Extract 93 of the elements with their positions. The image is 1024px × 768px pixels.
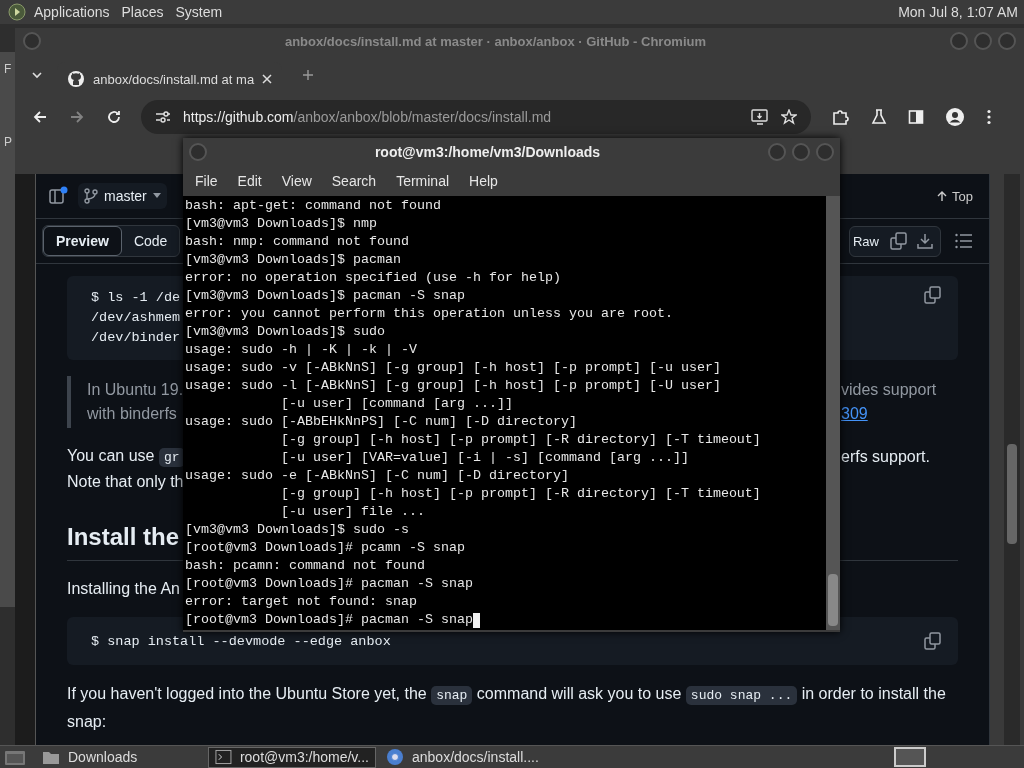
download-icon[interactable] [916,232,934,250]
site-icon [67,70,85,88]
heading: Install the [67,522,181,552]
terminal-line: usage: sudo -l [-ABkNnS] [-g group] [-h host] [-p prompt] [-U user] [185,377,721,395]
star-icon[interactable] [781,109,797,125]
code-text: /dev/binder [90,329,182,347]
panel-menu[interactable]: System [175,4,223,20]
scrollbar[interactable] [1004,174,1020,745]
paragraph: If you haven't logged into the Ubuntu Store yet, the snap command will ask you to use sudo snap ... in order to install the snap: [67,684,947,732]
paragraph-text: with binderfs [86,404,178,424]
terminal-line: [-u user] [VAR=value] [-i | -s] [command [arg ...]] [279,449,689,467]
terminal-line: [vm3@vm3 Downloads]$ nmp [185,215,377,233]
flask-icon[interactable] [871,109,887,125]
reload-icon[interactable] [106,109,122,125]
terminal-line: error: you cannot perform this operation unless you are root. [185,305,673,323]
terminal-line: [vm3@vm3 Downloads]$ sudo [185,323,385,341]
menu-item[interactable]: Edit [227,173,272,189]
outline-icon[interactable] [955,233,973,249]
code-text: $ ls -1 /de [90,289,182,307]
paragraph-text: You can use gr [67,444,184,470]
top-link[interactable]: Top [936,188,973,204]
paragraph-text: In Ubuntu 19. [86,380,185,400]
view-tab[interactable]: Code [121,226,180,256]
terminal-line: usage: sudo -e [-ABkNnS] [-C num] [-D directory] [185,467,569,485]
menu-item[interactable]: File [185,173,228,189]
terminal-line: [vm3@vm3 Downloads]$ pacman -S snap [185,287,465,305]
caret-icon [152,193,161,199]
side-panel-icon[interactable] [908,109,924,125]
browser-icon [386,748,404,766]
terminal-line: [-g group] [-h host] [-p prompt] [-R directory] [-T timeout] [279,431,761,449]
terminal-line: [root@vm3 Downloads]# pacman -S snap [185,611,473,629]
view-tab[interactable]: Preview [43,226,122,256]
code-text: $ snap install --devmode --edge anbox [91,633,391,649]
extensions-icon[interactable] [832,108,850,126]
paragraph-text: vides support [841,380,938,400]
terminal-line: usage: sudo [-ABbEHkNnPS] [-C num] [-D directory] [185,413,577,431]
folder-icon [42,749,60,765]
terminal-line: [vm3@vm3 Downloads]$ sudo -s [185,521,409,539]
window-title: root@vm3:/home/vm3/Downloads [373,144,602,160]
copy-icon[interactable] [890,232,908,250]
terminal-line: bash: apt-get: command not found [185,197,441,215]
profile-icon[interactable] [945,107,965,127]
terminal-line: error: target not found: snap [185,593,417,611]
paragraph-text: Note that only th [67,472,184,492]
sidebar-toggle-icon[interactable] [48,186,68,206]
terminal-line: [vm3@vm3 Downloads]$ pacman [185,251,401,269]
install-app-icon[interactable] [751,109,769,125]
window-text: P [4,135,12,149]
code-text: /dev/ashmem [90,309,182,327]
panel-menu[interactable]: Places [121,4,164,20]
text-cursor [472,612,480,628]
workspace-switcher[interactable] [894,747,926,767]
new-tab-icon[interactable] [302,69,315,81]
terminal-line: [-u user] file ... [279,503,425,521]
branch-selector[interactable]: master [78,183,167,209]
chevron-down-icon[interactable] [31,69,43,81]
terminal-line: [-g group] [-h host] [-p prompt] [-R directory] [-T timeout] [279,485,761,503]
taskbar-button[interactable]: Downloads [36,746,204,768]
logo-icon[interactable] [8,3,26,21]
terminal-line: [root@vm3 Downloads]# pacman -S snap [185,575,473,593]
paragraph-text: Installing the An [67,579,181,599]
window-text: F [4,62,12,76]
arrow-up-icon [936,190,949,202]
scrollbar[interactable] [826,196,840,630]
show-desktop-icon[interactable] [4,748,26,766]
terminal-line: usage: sudo -h | -K | -k | -V [185,341,417,359]
panel-menu[interactable]: Applications [34,4,110,20]
menu-item[interactable]: Terminal [386,173,460,189]
paragraph-text: erfs support. [841,447,931,467]
back-icon[interactable] [32,109,48,125]
link[interactable]: 309 [841,402,989,426]
site-settings-icon[interactable] [155,110,171,124]
terminal-line: [root@vm3 Downloads]# pcamn -S snap [185,539,465,557]
window-title: anbox/docs/install.md at master · anbox/anbox · GitHub - Chromium [283,33,708,49]
terminal-line: usage: sudo -v [-ABkNnS] [-g group] [-h host] [-p prompt] [-u user] [185,359,721,377]
terminal-line: error: no operation specified (use -h for help) [185,269,561,287]
clock[interactable]: Mon Jul 8, 1:07 AM [898,4,1018,20]
menu-icon[interactable] [986,109,992,125]
terminal-icon [215,749,232,765]
menu-item[interactable]: Help [459,173,508,189]
terminal-line: bash: pcamn: command not found [185,557,425,575]
url-text: https://github.com/anbox/anbox/blob/master/docs/install.md [183,109,553,125]
menu-item[interactable]: Search [321,173,387,189]
branch-icon [84,188,98,204]
address-bar[interactable]: https://github.com/anbox/anbox/blob/master/docs/install.md [141,100,811,134]
copy-icon[interactable] [924,286,942,304]
menu-item[interactable]: View [271,173,322,189]
terminal-line: [-u user] [command [arg ...]] [279,395,513,413]
taskbar-button[interactable]: anbox/docs/install.... [380,746,548,768]
close-icon[interactable] [262,74,273,84]
taskbar-button[interactable]: root@vm3:/home/v... [208,746,376,768]
terminal-line: bash: nmp: command not found [185,233,409,251]
copy-icon[interactable] [924,632,942,650]
